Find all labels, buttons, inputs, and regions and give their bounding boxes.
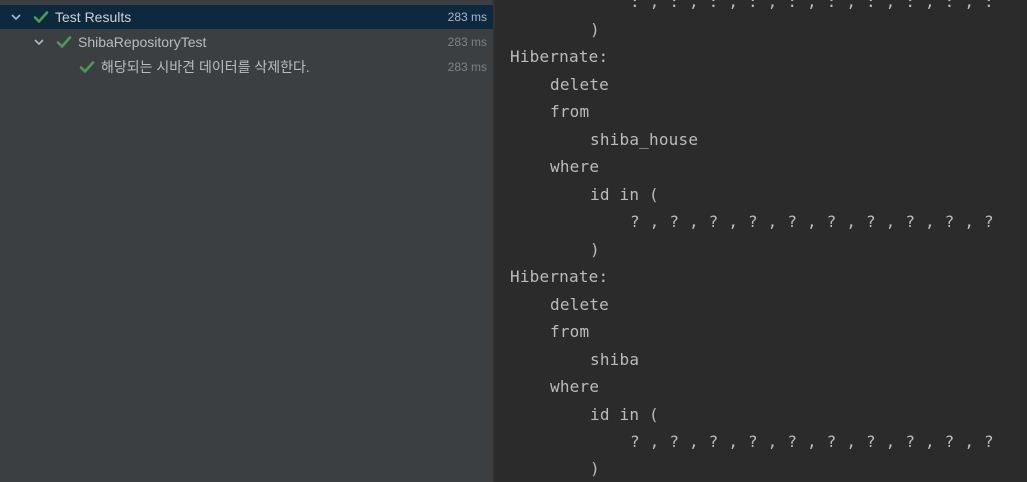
tree-row-label: ShibaRepositoryTest	[78, 34, 207, 50]
console-line: shiba	[590, 350, 640, 369]
tree-row-label: Test Results	[55, 9, 132, 25]
console-line: delete	[550, 75, 609, 94]
console-line: ? , ? , ? , ? , ? , ? , ? , ? , ? , ?	[630, 212, 994, 231]
test-runner-window: Test Results 283 ms ShibaRepositoryTest …	[0, 0, 1027, 482]
console-line: )	[590, 20, 600, 39]
console-line: ? , ? , ? , ? , ? , ? , ? , ? , ? , ?	[630, 432, 994, 451]
console-line: where	[550, 157, 600, 176]
console-line: where	[550, 377, 600, 396]
tree-row-test-method[interactable]: 해당되는 시바견 데이터를 삭제한다. 283 ms	[0, 55, 493, 79]
console-line: )	[590, 240, 600, 259]
console-line: )	[590, 459, 600, 478]
test-results-tree: Test Results 283 ms ShibaRepositoryTest …	[0, 0, 493, 482]
console-line: shiba_house	[590, 130, 699, 149]
console-line: : , : , : , : , : , : , : , : , : , :	[630, 0, 994, 11]
tree-row-test-class[interactable]: ShibaRepositoryTest 283 ms	[0, 30, 493, 54]
console-line: from	[550, 322, 590, 341]
console-line: Hibernate:	[510, 47, 609, 66]
check-icon	[79, 59, 95, 75]
console-line: id in (	[590, 405, 659, 424]
check-icon	[56, 34, 72, 50]
chevron-down-icon[interactable]	[32, 35, 46, 49]
console-line: Hibernate:	[510, 267, 609, 286]
console-output[interactable]: : , : , : , : , : , : , : , : , : , : ) …	[495, 0, 1027, 482]
test-duration: 283 ms	[447, 10, 487, 24]
tree-row-label: 해당되는 시바견 데이터를 삭제한다.	[101, 59, 310, 75]
test-duration: 283 ms	[447, 60, 487, 74]
console-line: from	[550, 102, 590, 121]
tree-row-test-results[interactable]: Test Results 283 ms	[0, 5, 493, 29]
test-duration: 283 ms	[447, 35, 487, 49]
chevron-down-icon[interactable]	[9, 10, 23, 24]
console-line: delete	[550, 295, 609, 314]
console-line: id in (	[590, 185, 659, 204]
check-icon	[33, 9, 49, 25]
